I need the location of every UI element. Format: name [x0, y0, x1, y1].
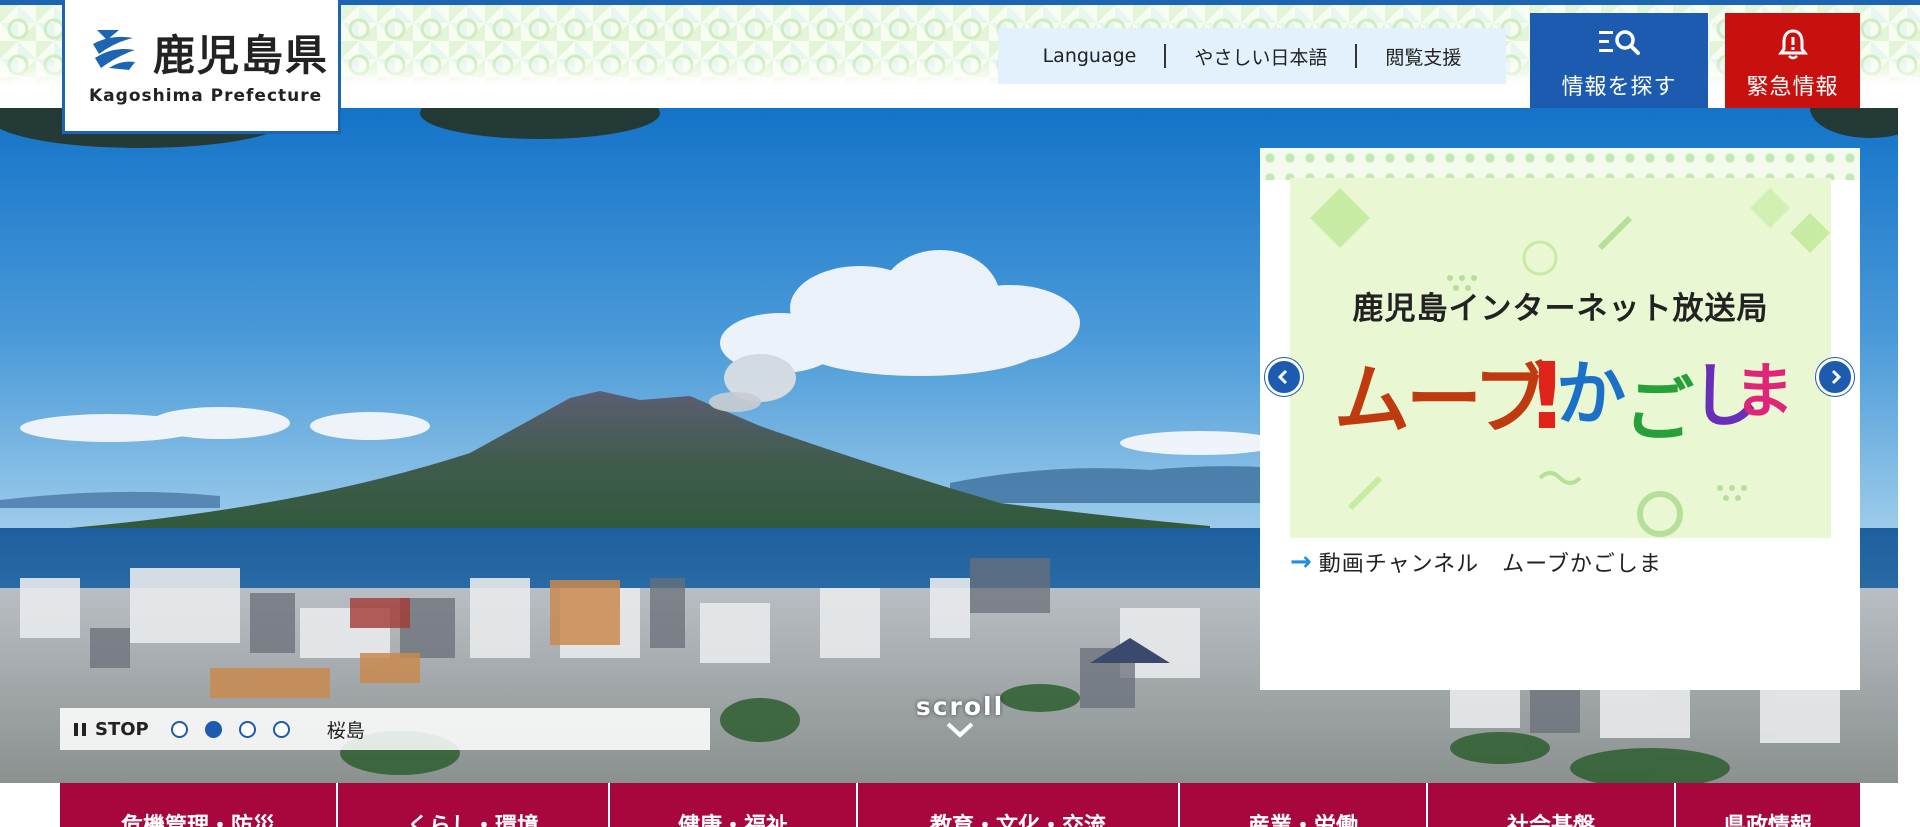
bell-icon — [1777, 29, 1808, 60]
slide-dot-3[interactable] — [238, 720, 256, 738]
scroll-label: scroll — [915, 692, 1005, 721]
svg-text:か: か — [1556, 353, 1626, 435]
nav-health-welfare[interactable]: 健康・福祉 — [610, 783, 858, 827]
site-header: 鹿児島県 Kagoshima Prefecture Language やさしい日… — [0, 0, 1920, 134]
scroll-down-button[interactable]: scroll — [910, 692, 1010, 739]
slide-caption: 桜島 — [326, 719, 365, 742]
emergency-info-label: 緊急情報 — [1746, 75, 1839, 100]
easy-japanese-link[interactable]: やさしい日本語 — [1166, 43, 1355, 70]
slide-dot-4[interactable] — [272, 720, 290, 738]
browsing-support-link[interactable]: 閲覧支援 — [1357, 43, 1489, 70]
slide-dot-1[interactable] — [170, 720, 188, 738]
nav-living-environment[interactable]: くらし・環境 — [338, 783, 610, 827]
logo-name: 鹿児島県 — [153, 31, 330, 80]
slideshow-controls: STOP 桜島 — [60, 708, 710, 750]
video-channel-link[interactable]: → 動画チャンネル ムーブかごしま — [1290, 546, 1662, 578]
search-list-icon — [1599, 30, 1640, 55]
find-information-label: 情報を探す — [1561, 75, 1677, 100]
slide-dot-2[interactable] — [204, 720, 222, 738]
carousel-next-button[interactable] — [1816, 358, 1854, 396]
feature-card: 鹿児島インターネット放送局 ムーブ ! か ご し ま → 動画チャンネル ムー… — [1260, 148, 1860, 690]
global-nav: 危機管理・防災 くらし・環境 健康・福祉 教育・文化・交流 産業・労働 社会基盤… — [60, 783, 1860, 827]
nav-social-infrastructure[interactable]: 社会基盤 — [1428, 783, 1676, 827]
video-channel-link-text: 動画チャンネル ムーブかごしま — [1318, 552, 1662, 577]
emergency-info-button[interactable]: 緊急情報 — [1725, 13, 1860, 108]
nav-education-culture[interactable]: 教育・文化・交流 — [858, 783, 1180, 827]
svg-text:ご: ご — [1624, 369, 1694, 448]
move-kagoshima-logo: ムーブ ! か ご し ま — [1334, 348, 1794, 448]
nav-crisis-disaster[interactable]: 危機管理・防災 — [60, 783, 338, 827]
feature-banner[interactable]: 鹿児島インターネット放送局 ムーブ ! か ご し ま — [1290, 178, 1831, 538]
prefecture-emblem-icon — [93, 30, 135, 70]
utility-nav: Language やさしい日本語 閲覧支援 — [998, 28, 1506, 84]
arrow-right-icon: → — [1290, 547, 1313, 577]
nav-industry-labor[interactable]: 産業・労働 — [1180, 783, 1428, 827]
carousel-prev-button[interactable] — [1265, 358, 1303, 396]
site-logo-link[interactable]: 鹿児島県 Kagoshima Prefecture — [62, 0, 341, 134]
find-information-button[interactable]: 情報を探す — [1530, 13, 1708, 108]
banner-title: 鹿児島インターネット放送局 — [1352, 291, 1769, 327]
language-link[interactable]: Language — [1015, 45, 1165, 67]
pause-icon — [74, 722, 86, 736]
nav-prefectural-info[interactable]: 県政情報 — [1676, 783, 1860, 827]
stop-button[interactable]: STOP — [74, 719, 149, 740]
feature-card-pattern — [1260, 148, 1860, 180]
chevron-left-icon — [1277, 369, 1288, 385]
logo-english-name: Kagoshima Prefecture — [89, 86, 323, 106]
stop-label: STOP — [95, 718, 149, 740]
svg-text:ま: ま — [1734, 357, 1794, 427]
svg-text:ムーブ: ムーブ — [1334, 355, 1549, 444]
chevron-right-icon — [1831, 369, 1842, 385]
slide-indicators — [170, 720, 307, 738]
chevron-down-icon — [946, 722, 974, 738]
